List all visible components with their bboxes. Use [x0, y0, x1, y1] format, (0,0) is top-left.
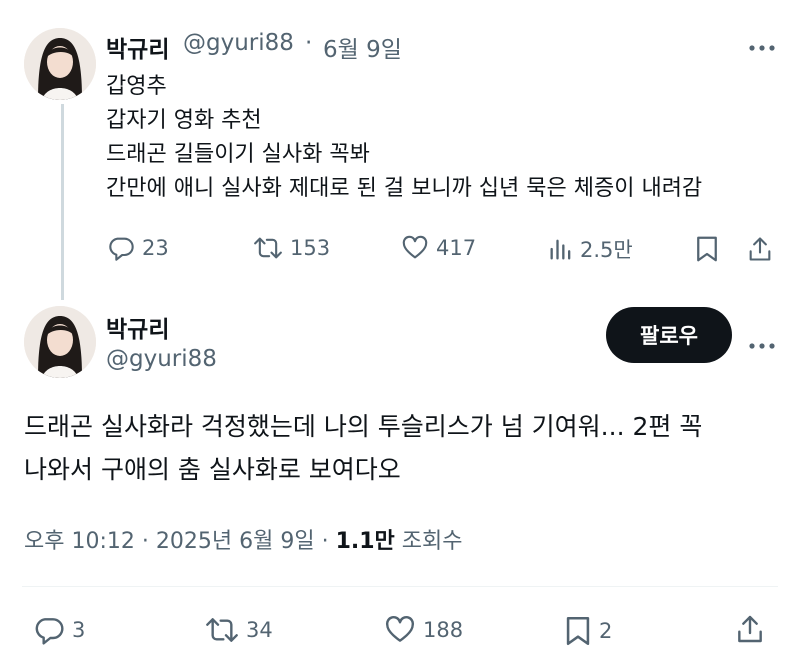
avatar-image [24, 306, 96, 378]
like-icon [402, 235, 428, 259]
tweet-line: 나와서 구애의 춤 실사화로 보여다오 [24, 455, 401, 484]
tweet-text: 갑영추 갑자기 영화 추천 드래곤 길들이기 실사화 꼭봐 간만에 애니 실사화… [106, 70, 702, 206]
bookmark-icon [566, 616, 590, 646]
share-icon [749, 237, 771, 261]
author-handle[interactable]: @gyuri88 [106, 346, 217, 372]
like-icon [386, 616, 414, 642]
like-count: 417 [436, 236, 477, 260]
like-count: 188 [423, 618, 464, 642]
more-icon[interactable] [748, 330, 776, 356]
thread-connector [61, 104, 64, 300]
bookmark-count: 2 [599, 619, 613, 643]
views-label: 조회수 [401, 529, 463, 554]
tweet-line: 갑영추 [106, 74, 167, 99]
tweet-line: 갑자기 영화 추천 [106, 108, 262, 133]
views-button[interactable]: 2.5만 [548, 234, 633, 264]
author-name[interactable]: 박규리 [106, 30, 169, 64]
meta-separator: · [321, 529, 329, 554]
bookmark-button[interactable]: 2 [563, 614, 612, 648]
avatar[interactable] [24, 28, 96, 100]
reply-button[interactable]: 3 [32, 614, 85, 646]
share-button[interactable] [746, 234, 774, 264]
meta-separator: · [141, 529, 149, 554]
retweet-icon [254, 237, 282, 259]
reply-button[interactable]: 23 [106, 234, 169, 262]
meta-separator: · [305, 30, 313, 56]
divider [22, 586, 778, 587]
retweet-button[interactable]: 153 [252, 234, 330, 262]
reply-count: 23 [142, 236, 169, 260]
retweet-count: 153 [290, 236, 331, 260]
follow-button[interactable]: 팔로우 [606, 307, 732, 363]
reply-icon [109, 237, 134, 261]
bookmark-button[interactable] [694, 234, 720, 264]
author-handle[interactable]: @gyuri88 [183, 30, 294, 56]
retweet-count: 34 [246, 618, 273, 642]
views-count: 1.1만 [335, 529, 395, 554]
reply-count: 3 [72, 618, 86, 642]
retweet-button[interactable]: 34 [204, 614, 273, 646]
like-button[interactable]: 417 [400, 234, 476, 262]
tweet-time[interactable]: 오후 10:12 [24, 529, 135, 554]
tweet-line: 간만에 애니 실사화 제대로 된 걸 보니까 십년 묵은 체증이 내려감 [106, 176, 703, 201]
share-icon [738, 615, 762, 643]
like-button[interactable]: 188 [383, 614, 463, 646]
bookmark-icon [697, 236, 717, 262]
more-icon[interactable] [748, 32, 776, 58]
tweet-line: 드래곤 실사화라 걱정했는데 나의 투슬리스가 넘 기여워... 2편 꼭 [24, 412, 703, 441]
tweet-date[interactable]: 2025년 6월 9일 [156, 529, 315, 554]
share-button[interactable] [734, 612, 766, 646]
author-name[interactable]: 박규리 [106, 310, 169, 344]
views-icon [550, 239, 571, 260]
tweet-line: 드래곤 길들이기 실사화 꼭봐 [106, 142, 370, 167]
avatar[interactable] [24, 306, 96, 378]
main-tweet-text: 드래곤 실사화라 걱정했는데 나의 투슬리스가 넘 기여워... 2편 꼭 나와… [24, 405, 702, 491]
tweet-timestamp: 오후 10:12 · 2025년 6월 9일 · 1.1만 조회수 [24, 523, 463, 555]
retweet-icon [206, 618, 238, 642]
tweet-date[interactable]: 6월 9일 [323, 30, 402, 64]
avatar-image [24, 28, 96, 100]
reply-icon [35, 618, 64, 645]
views-count: 2.5만 [580, 238, 633, 262]
